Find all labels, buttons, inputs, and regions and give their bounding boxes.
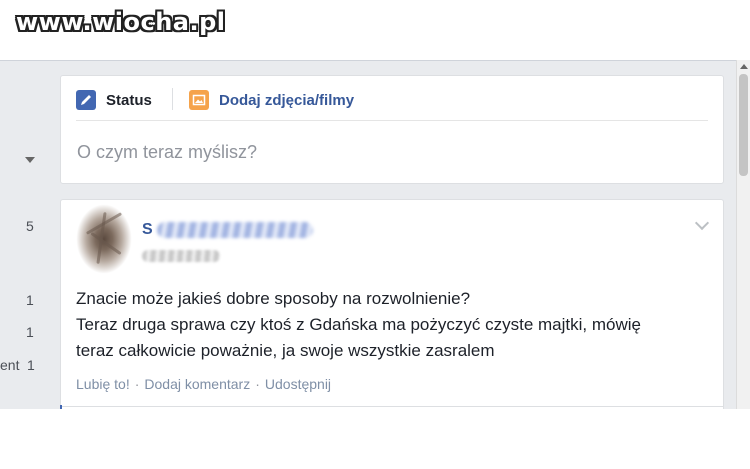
tab-divider: [172, 88, 173, 110]
status-input[interactable]: O czym teraz myślisz?: [77, 142, 257, 163]
post-actions: Lubię to! · Dodaj komentarz · Udostępnij: [76, 376, 331, 392]
sidebar-count: 1: [26, 324, 34, 340]
tab-label: Status: [106, 91, 152, 109]
scrollbar[interactable]: [736, 60, 750, 409]
tab-add-photos[interactable]: Dodaj zdjęcia/filmy: [189, 90, 354, 110]
post-text: Znacie może jakieś dobre sposoby na rozw…: [76, 286, 712, 364]
sidebar-count: 1: [27, 357, 35, 373]
post-author[interactable]: S: [142, 221, 313, 239]
sidebar-item-label[interactable]: ent: [0, 357, 19, 373]
chevron-down-icon[interactable]: [694, 215, 710, 231]
status-composer: Status Dodaj zdjęcia/filmy O czym teraz …: [60, 75, 724, 184]
tab-label: Dodaj zdjęcia/filmy: [219, 91, 355, 109]
feed-post: S Znacie może jakieś dobre sposoby na ro…: [60, 199, 724, 410]
scroll-thumb[interactable]: [739, 74, 748, 176]
post-text-line: Teraz druga sprawa czy ktoś z Gdańska ma…: [76, 315, 641, 334]
photo-icon: [189, 90, 209, 110]
post-text-line: Znacie może jakieś dobre sposoby na rozw…: [76, 289, 471, 308]
sidebar-count: 1: [26, 292, 34, 308]
separator: ·: [255, 376, 260, 392]
author-initial: S: [142, 221, 153, 238]
sidebar-count: 5: [26, 218, 34, 234]
like-link[interactable]: Lubię to!: [76, 376, 130, 392]
chevron-down-icon[interactable]: [25, 157, 35, 163]
blurred-timestamp[interactable]: [142, 250, 220, 262]
wiocha-watermark: www.wiocha.pl: [16, 8, 226, 36]
blank-margin: [0, 409, 750, 469]
separator: ·: [134, 376, 140, 392]
avatar[interactable]: [76, 204, 132, 274]
comment-link[interactable]: Dodaj komentarz: [144, 376, 250, 392]
left-sidebar: 5 1 1 ent 1: [0, 60, 60, 409]
divider: [76, 120, 708, 121]
scroll-up-arrow-icon[interactable]: [740, 64, 748, 69]
pencil-icon: [76, 90, 96, 110]
blurred-author-name: [156, 222, 313, 238]
divider: [60, 406, 724, 407]
share-link[interactable]: Udostępnij: [265, 376, 331, 392]
tab-status[interactable]: Status: [76, 90, 152, 110]
post-text-line: teraz całkowicie poważnie, ja swoje wszy…: [76, 341, 495, 360]
